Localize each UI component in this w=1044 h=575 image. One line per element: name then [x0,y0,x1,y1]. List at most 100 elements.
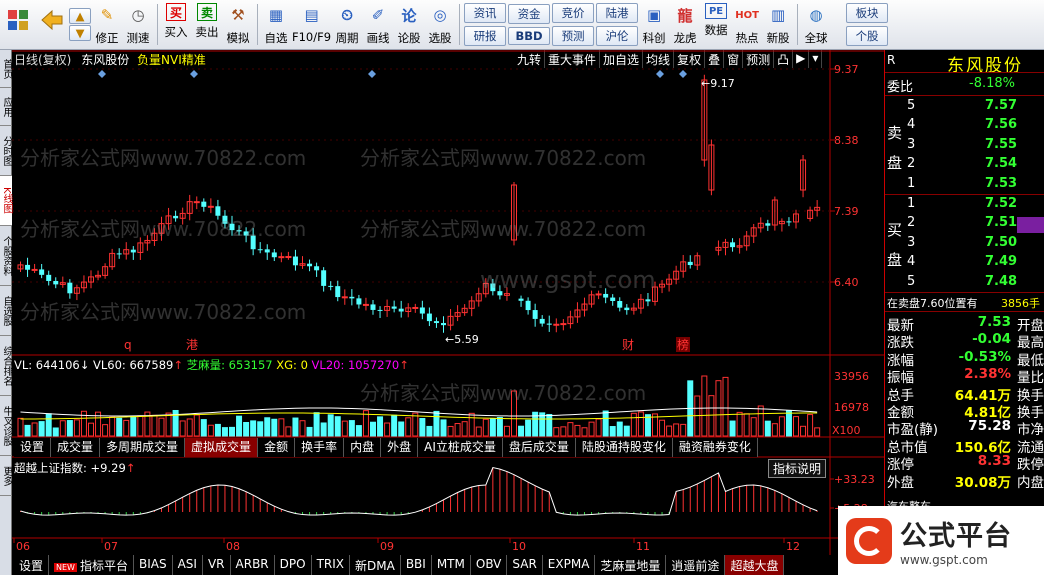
btab-dpo[interactable]: DPO [275,555,312,575]
vl60-value: VL60: 667589 [93,358,174,372]
date-label: 11 [636,540,650,553]
toolbar-btn-2[interactable]: 买买入 [161,0,192,49]
volume-bar [722,376,729,437]
kline-chart[interactable]: 9.378.387.396.403395616978X100+33.23+5.2… [12,50,884,575]
toolbar-btn-0[interactable]: ✎ 修正 [92,0,123,49]
btab-settings[interactable]: 设置 [14,555,50,575]
volume-header: VL: 644106↓ VL60: 667589↑ 芝麻量: 653157 XG… [14,358,409,372]
report-button[interactable]: 研报 [464,26,507,46]
toolbar-btn-10[interactable]: ◎ 选股 [425,0,456,49]
vol-ma-line [20,412,818,420]
toolbar-btn-1[interactable]: ◷ 测速 [123,0,154,49]
vol-tab-after-hours[interactable]: 盘后成交量 [503,438,576,457]
toolbar-btn-13[interactable]: PE 数据 [701,0,732,49]
toolbar-label: 画线 [366,31,390,45]
capital-button[interactable]: 资金 [508,4,551,24]
toolbar-btn-15[interactable]: ▥ 新股 [763,0,794,49]
btab-arbr[interactable]: ARBR [231,555,275,575]
candle-body [560,323,567,326]
btab-expma[interactable]: EXPMA [543,555,596,575]
toolbar-btn-6[interactable]: ▤ F10/F9 [292,0,332,49]
candle-body [419,307,425,314]
sector-button[interactable]: 板块 [846,3,889,23]
vol-tab-amount[interactable]: 金额 [258,438,296,457]
toolbar-btn-7[interactable]: ⏲ 周期 [332,0,363,49]
btab-asi[interactable]: ASI [173,555,203,575]
btab-bias[interactable]: BIAS [134,555,173,575]
news-button[interactable]: 资讯 [464,3,507,23]
candle-body [257,249,263,251]
left-tab-apps[interactable]: 应用 [0,88,12,126]
toolbar-btn-16[interactable]: ◍ 全球 [801,0,832,49]
vol-tab-virtual[interactable]: 虚拟成交量 [185,438,259,457]
home-button[interactable] [0,0,36,49]
forecast-button[interactable]: 预测 [552,26,595,46]
btab-obv[interactable]: OBV [471,555,508,575]
left-tab-more[interactable]: 更多 [0,456,12,496]
btab-vr[interactable]: VR [203,555,231,575]
btab-platform[interactable]: NEW 指标平台 [49,555,134,575]
left-tab-ranking[interactable]: 综合排名 [0,336,12,396]
left-tab-kline[interactable]: K线图 [0,176,12,226]
auction-button[interactable]: 竞价 [552,3,595,23]
btab-beat-market[interactable]: 超越大盘 [725,555,785,575]
vl-value: VL: 644106 [14,358,80,372]
btab-bbi[interactable]: BBI [401,555,432,575]
volume-bar [673,423,680,437]
arrow-down-button[interactable]: ▼ [69,25,91,41]
stat-row: 涨停 8.33 跌停 [885,453,1044,473]
btab-trix[interactable]: TRIX [312,555,350,575]
london-button[interactable]: 沪伦 [596,26,639,46]
candle-body [539,318,545,324]
toolbar-btn-14[interactable]: HOT 热点 [732,0,763,49]
toolbar-btn-8[interactable]: ✐ 画线 [363,0,394,49]
vol-tab-volume[interactable]: 成交量 [51,438,101,457]
volume-bar [73,419,80,437]
hk-connect-button[interactable]: 陆港 [596,3,639,23]
volume-bar [503,425,510,437]
btab-xiaoyao[interactable]: 逍遥前途 [666,555,726,575]
left-tab-diagnosis[interactable]: 牛叉诊股 [0,396,12,456]
volume-bar [588,421,595,437]
globe-icon: ◍ [809,6,823,24]
vol-tab-settings[interactable]: 设置 [14,438,52,457]
btab-mtm[interactable]: MTM [432,555,471,575]
left-tab-stock-info[interactable]: 个股资料 [0,226,12,286]
vol-tab-ai[interactable]: AI立桩成交量 [418,438,503,457]
order-level: 2 [907,156,916,172]
toolbar-btn-11[interactable]: ▣ 科创 [639,0,670,49]
volume-unit-label: X100 [832,424,861,437]
volume-bar [539,412,546,437]
candle-body [292,256,298,266]
indicator-help-button[interactable]: 指标说明 [768,459,827,478]
volume-bar [207,424,214,437]
order-level: 3 [907,136,916,152]
candle-body [243,231,249,236]
left-tab-watchlist[interactable]: 自选股 [0,286,12,336]
toolbar-btn-12[interactable]: 龍龙虎 [670,0,701,49]
toolbar-btn-9[interactable]: 论论股 [394,0,425,49]
vol-tab-turnover[interactable]: 换手率 [295,438,345,457]
vol-tab-connect[interactable]: 陆股通持股变化 [576,438,673,457]
vol-tab-outer[interactable]: 外盘 [381,438,419,457]
volume-bar [158,417,165,437]
weibi-value: -8.18% [969,76,1015,91]
vol-tab-margin[interactable]: 融资融券变化 [673,438,758,457]
toolbar-btn-5[interactable]: ▦ 自选 [261,0,292,49]
volume-tabs: 设置 成交量 多周期成交量 虚拟成交量 金额 换手率 内盘 外盘 AI立桩成交量… [14,438,758,457]
stock-button[interactable]: 个股 [846,26,889,46]
btab-zhima[interactable]: 芝麻量地量 [595,555,667,575]
left-tab-home[interactable]: 首页 [0,50,12,88]
btab-sar[interactable]: SAR [507,555,543,575]
left-tab-timeshare[interactable]: 分时图 [0,126,12,176]
btab-dma[interactable]: 新DMA [350,555,401,575]
arrow-up-button[interactable]: ▲ [69,8,91,24]
toolbar-btn-4[interactable]: ⚒ 模拟 [223,0,254,49]
candle-body [391,306,397,309]
vol-tab-inner[interactable]: 内盘 [344,438,382,457]
back-button[interactable] [36,0,68,49]
vol-tab-multi-period[interactable]: 多周期成交量 [100,438,186,457]
order-row: 1 7.53 [885,176,1044,194]
bbd-button[interactable]: BBD [508,27,551,45]
toolbar-btn-3[interactable]: 卖卖出 [192,0,223,49]
